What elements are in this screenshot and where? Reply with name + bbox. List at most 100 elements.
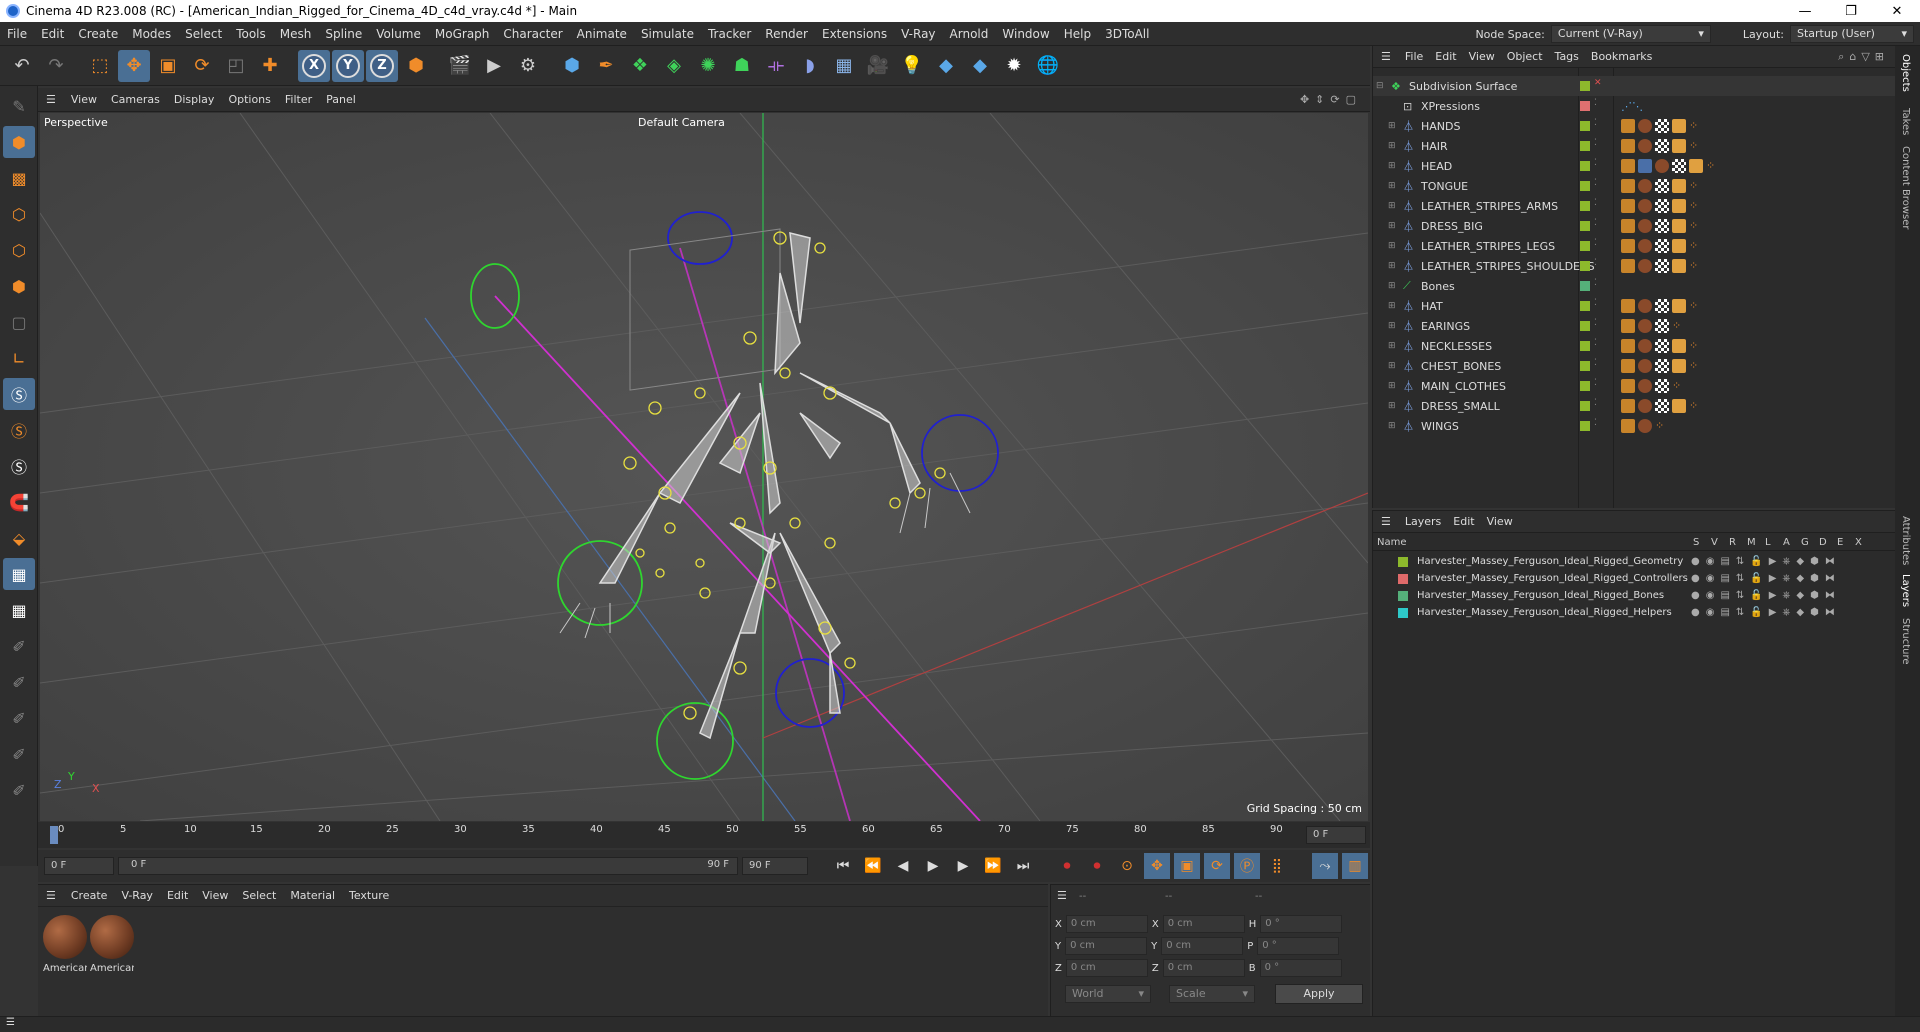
gear-icon[interactable]: ✹ (998, 50, 1030, 82)
menu-mograph[interactable]: MoGraph (428, 27, 497, 41)
expand-icon[interactable]: ⊞ (1388, 281, 1396, 291)
uvw-tag-icon[interactable] (1655, 219, 1669, 233)
skin-tag-icon[interactable] (1621, 339, 1635, 353)
viewport-navigation-icons[interactable]: ✥⇕⟳▢ (1300, 93, 1370, 106)
tab-attributes[interactable]: Attributes (1900, 516, 1911, 565)
rotation-h-input[interactable]: 0 ° (1260, 915, 1343, 933)
layer-color-swatch[interactable] (1398, 556, 1408, 567)
skin-tag-icon[interactable] (1621, 299, 1635, 313)
weight-tag-icon[interactable]: ⁘ (1689, 339, 1698, 353)
mograph-icon[interactable]: ☗ (726, 50, 758, 82)
current-frame-field[interactable]: 0 F (1306, 826, 1366, 844)
visibility-dots-icon[interactable]: ⁚ (1594, 219, 1599, 231)
column-xrefs[interactable]: X (1855, 537, 1862, 548)
skin-tag-icon[interactable] (1621, 399, 1635, 413)
expand-icon[interactable]: ⊞ (1388, 381, 1396, 391)
paint-icon[interactable]: ✐ (3, 630, 35, 662)
brush-icon[interactable]: ✐ (3, 702, 35, 734)
uvw-tag-icon[interactable] (1655, 339, 1669, 353)
visibility-dots-icon[interactable]: ✕ (1594, 79, 1602, 91)
material-swatch[interactable] (43, 915, 87, 959)
weight-tag-icon[interactable]: ⁘ (1689, 239, 1698, 253)
skin-tag-icon[interactable] (1621, 259, 1635, 273)
render-settings-icon[interactable]: ⚙ (512, 50, 544, 82)
visibility-dots-icon[interactable]: ⁚ (1594, 199, 1599, 211)
record-icon[interactable]: ⏺ (1054, 853, 1080, 879)
snap-workplane-icon[interactable]: Ⓢ (3, 450, 35, 482)
next-key-icon[interactable]: ⏩ (980, 853, 1006, 879)
weight-tag-icon[interactable]: ⁘ (1689, 179, 1698, 193)
menu-modes[interactable]: Modes (125, 27, 178, 41)
z-axis-lock-icon[interactable]: Z (366, 49, 398, 82)
weight-tag-icon[interactable]: ⁘ (1706, 159, 1715, 173)
menu-window[interactable]: Window (995, 27, 1056, 41)
menu-character[interactable]: Character (496, 27, 569, 41)
visibility-dots-icon[interactable]: ⁚ (1594, 119, 1599, 131)
tab-layers[interactable]: Layers (1900, 574, 1911, 607)
key-rotation-icon[interactable]: ⟳ (1204, 853, 1230, 879)
apply-button[interactable]: Apply (1275, 984, 1363, 1004)
material-tag-icon[interactable] (1638, 399, 1652, 413)
uvw-tag-icon[interactable] (1655, 239, 1669, 253)
weight-tag-icon[interactable]: ⁘ (1689, 119, 1698, 133)
selection-tag-icon[interactable] (1672, 359, 1686, 373)
visibility-dots-icon[interactable]: ⁚ (1594, 99, 1599, 111)
selection-tag-icon[interactable] (1689, 159, 1703, 173)
objects-menu-view[interactable]: View (1463, 50, 1501, 63)
column-locked[interactable]: L (1765, 537, 1771, 548)
selection-tag-icon[interactable] (1672, 179, 1686, 193)
expand-icon[interactable]: ⊞ (1388, 401, 1396, 411)
y-axis-lock-icon[interactable]: Y (332, 49, 364, 82)
tab-takes[interactable]: Takes (1900, 108, 1911, 135)
menu-simulate[interactable]: Simulate (634, 27, 701, 41)
expand-icon[interactable]: ⊞ (1388, 241, 1396, 251)
skin-tag-icon[interactable] (1621, 139, 1635, 153)
uvw-tag-icon[interactable] (1655, 359, 1669, 373)
field-icon[interactable]: ◗ (794, 50, 826, 82)
selection-tag-icon[interactable] (1672, 199, 1686, 213)
axis-mode-icon[interactable]: ∟ (3, 342, 35, 374)
rotate-tool-icon[interactable]: ⟳ (186, 50, 218, 82)
object-row[interactable]: ⊞ ⏃ DRESS_BIG ⁚ ⁘ (1373, 216, 1896, 236)
material-swatch[interactable] (90, 915, 134, 959)
material-menu-edit[interactable]: Edit (160, 889, 195, 902)
motion-path-icon[interactable]: ⤳ (1312, 853, 1338, 879)
object-row[interactable]: ⊞ ⏃ LEATHER_STRIPES_SHOULDERS ⁚ ⁘ (1373, 256, 1896, 276)
selection-tag-icon[interactable] (1672, 259, 1686, 273)
hamburger-icon[interactable]: ☰ (38, 93, 64, 106)
weight-tag-icon[interactable]: ⁘ (1689, 199, 1698, 213)
model-mode-icon[interactable]: ⬢ (3, 126, 35, 158)
material-menu-view[interactable]: View (195, 889, 235, 902)
skin-tag-icon[interactable] (1621, 319, 1635, 333)
python-script-icon[interactable]: ◆ (964, 50, 996, 82)
snap-settings-icon[interactable]: Ⓢ (3, 414, 35, 446)
expand-icon[interactable]: ⊟ (1376, 81, 1384, 91)
xpresso-tag-icon[interactable]: ⋰⋱ (1621, 100, 1643, 113)
layers-menu-edit[interactable]: Edit (1447, 515, 1480, 528)
autokey-icon[interactable]: ⏺ (1084, 853, 1110, 879)
object-row[interactable]: ⊞ ⏃ HAT ⁚ ⁘ (1373, 296, 1896, 316)
material-tag-icon[interactable] (1638, 319, 1652, 333)
layer-color-swatch[interactable] (1398, 573, 1408, 584)
object-row[interactable]: ⊞ ⏃ HANDS ⁚ ⁘ (1373, 116, 1896, 136)
objects-menu-tags[interactable]: Tags (1549, 50, 1585, 63)
object-row[interactable]: ⊞ ⏃ LEATHER_STRIPES_LEGS ⁚ ⁘ (1373, 236, 1896, 256)
object-row[interactable]: ⊞ ⏃ NECKLESSES ⁚ ⁘ (1373, 336, 1896, 356)
weight-tag-icon[interactable]: ⁘ (1689, 359, 1698, 373)
frame-range-slider[interactable]: 0 F 90 F (118, 857, 738, 875)
weight-tag-icon[interactable]: ⁘ (1689, 259, 1698, 273)
end-frame-field[interactable]: 90 F (742, 857, 808, 875)
viewport-menu-filter[interactable]: Filter (278, 93, 319, 106)
previous-frame-icon[interactable]: ◀ (890, 853, 916, 879)
objects-menu-bookmarks[interactable]: Bookmarks (1585, 50, 1658, 63)
visibility-dots-icon[interactable]: ⁚ (1594, 239, 1599, 251)
visibility-dots-icon[interactable]: ⁚ (1594, 259, 1599, 271)
tab-objects[interactable]: Objects (1900, 54, 1911, 92)
material-tag-icon[interactable] (1638, 259, 1652, 273)
edges-mode-icon[interactable]: ⬡ (3, 234, 35, 266)
size-y-input[interactable]: 0 cm (1161, 937, 1244, 955)
tab-structure[interactable]: Structure (1900, 618, 1911, 665)
globe-icon[interactable]: 🌐 (1032, 50, 1064, 82)
menu-file[interactable]: File (0, 27, 34, 41)
workplane-icon[interactable]: ⬙ (3, 522, 35, 554)
